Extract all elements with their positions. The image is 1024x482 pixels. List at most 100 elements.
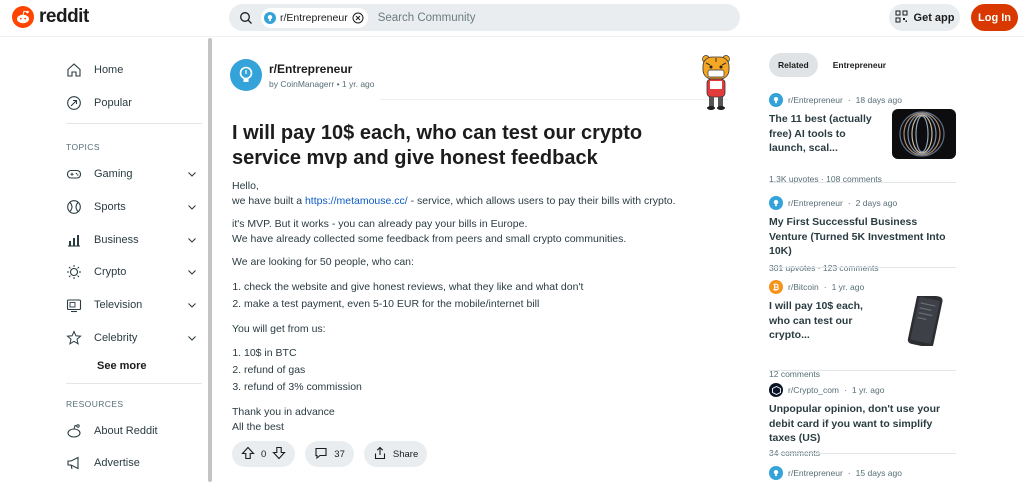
upvote-icon[interactable] — [241, 446, 255, 463]
see-more-link[interactable]: See more — [97, 360, 147, 372]
related-post[interactable]: r/Entrepreneur · 15 days ago — [769, 466, 956, 480]
post-actions: 0 37 Share — [232, 441, 428, 467]
task-list: check the website and give honest review… — [232, 279, 732, 313]
post-paragraph: it's MVP. But it works - you can already… — [232, 217, 732, 246]
sidebar-label: Business — [94, 234, 139, 246]
home-icon — [66, 62, 82, 78]
sidebar-item-business[interactable]: Business — [66, 230, 202, 250]
subreddit-name[interactable]: r/Entrepreneur — [269, 62, 352, 76]
chevron-down-icon[interactable] — [186, 266, 198, 278]
crypto-icon — [66, 264, 82, 280]
chevron-down-icon[interactable] — [186, 234, 198, 246]
top-bar: reddit r/Entrepreneur Get app Log In — [0, 0, 1024, 37]
divider — [769, 182, 956, 183]
related-title[interactable]: My First Successful Business Venture (Tu… — [769, 215, 956, 259]
sidebar-item-home[interactable]: Home — [66, 60, 123, 80]
related-meta: r/Crypto_com · 1 yr. ago — [769, 383, 956, 397]
get-text: You will get from us: — [232, 322, 326, 335]
external-link[interactable]: https://metamouse.cc/ — [305, 195, 408, 207]
sidebar-item-advertise[interactable]: Advertise — [66, 453, 140, 473]
divider — [769, 453, 956, 454]
related-meta: ₿ r/Bitcoin · 1 yr. ago — [769, 280, 956, 294]
megaphone-icon — [66, 455, 82, 471]
thanks-text: Thank you in advance — [232, 406, 335, 418]
sidebar-item-gaming[interactable]: Gaming — [66, 164, 202, 184]
related-time: 1 yr. ago — [851, 385, 885, 395]
chevron-down-icon[interactable] — [186, 201, 198, 213]
reddit-logo[interactable]: reddit — [12, 6, 89, 28]
get-app-label: Get app — [913, 11, 955, 24]
reddit-snoo-icon — [12, 6, 34, 28]
related-sub[interactable]: r/Bitcoin — [788, 282, 819, 292]
post-author[interactable]: by CoinManagerr — [269, 79, 334, 89]
related-title[interactable]: The 11 best (actually free) AI tools to … — [769, 112, 885, 156]
downvote-icon[interactable] — [272, 446, 287, 463]
related-post[interactable]: r/Crypto_com · 1 yr. ago Unpopular opini… — [769, 383, 956, 458]
divider — [769, 370, 956, 371]
vote-count: 0 — [261, 448, 267, 460]
chip-label: r/Entrepreneur — [280, 11, 348, 24]
topics-heading: TOPICS — [66, 142, 100, 152]
post-time: 1 yr. ago — [341, 79, 375, 89]
related-sub[interactable]: r/Entrepreneur — [788, 95, 843, 105]
mvp-text: it's MVP. But it works - you can already… — [232, 218, 528, 230]
sidebar-label: Television — [94, 299, 143, 311]
share-button[interactable]: Share — [363, 441, 428, 467]
subreddit-filter-chip[interactable]: r/Entrepreneur — [261, 7, 368, 28]
related-title[interactable]: Unpopular opinion, don't use your debit … — [769, 402, 956, 446]
sidebar-item-sports[interactable]: Sports — [66, 197, 202, 217]
bitcoin-icon: ₿ — [769, 280, 783, 294]
get-app-button[interactable]: Get app — [889, 4, 960, 31]
chevron-down-icon[interactable] — [186, 332, 198, 344]
sidebar-item-about-reddit[interactable]: About Reddit — [66, 421, 158, 441]
sidebar-item-crypto[interactable]: Crypto — [66, 262, 202, 282]
related-title[interactable]: I will pay 10$ each, who can test our cr… — [769, 299, 885, 343]
related-sub[interactable]: r/Crypto_com — [788, 385, 839, 395]
subreddit-avatar-icon[interactable] — [230, 59, 262, 91]
comments-button[interactable]: 37 — [305, 441, 354, 467]
reward-list: 10$ in BTC refund of gas refund of 3% co… — [232, 345, 732, 396]
related-tabs: Related Entrepreneur — [769, 53, 895, 77]
sidebar-label: Home — [94, 64, 124, 76]
feedback-text: We have already collected some feedback … — [232, 232, 627, 245]
list-item: make a test payment, even 5-10 EUR for t… — [244, 296, 732, 313]
post-paragraph: Hello, we have built a https://metamouse… — [232, 179, 732, 208]
crypto-com-icon — [769, 383, 783, 397]
login-button[interactable]: Log In — [971, 4, 1018, 31]
post-title[interactable]: I will pay 10$ each, who can test our cr… — [232, 121, 702, 171]
related-time: 15 days ago — [855, 468, 902, 478]
subreddit-avatar-icon — [769, 466, 783, 480]
related-post[interactable]: r/Entrepreneur · 2 days ago My First Suc… — [769, 196, 956, 273]
left-sidebar: Home Popular TOPICS Gaming Sports Busine… — [54, 36, 204, 482]
related-time: 18 days ago — [855, 95, 902, 105]
tab-related[interactable]: Related — [769, 53, 818, 77]
thumbnail-image[interactable] — [892, 296, 956, 346]
resources-heading: RESOURCES — [66, 399, 124, 409]
intro-text: we have built a — [232, 194, 305, 207]
tab-entrepreneur[interactable]: Entrepreneur — [824, 53, 895, 77]
post-byline: by CoinManagerr • 1 yr. ago — [269, 79, 375, 89]
divider — [66, 123, 202, 124]
clear-chip-icon[interactable] — [352, 12, 364, 24]
related-sub[interactable]: r/Entrepreneur — [788, 198, 843, 208]
gamepad-icon — [66, 166, 82, 182]
sidebar-item-celebrity[interactable]: Celebrity — [66, 328, 202, 348]
looking-text: We are looking for 50 people, who can: — [232, 256, 414, 268]
sidebar-scrollbar[interactable] — [208, 38, 212, 482]
related-post[interactable]: r/Entrepreneur · 18 days ago The 11 best… — [769, 93, 956, 184]
chevron-down-icon[interactable] — [186, 299, 198, 311]
sidebar-label: Gaming — [94, 168, 133, 180]
related-sub[interactable]: r/Entrepreneur — [788, 468, 843, 478]
chevron-down-icon[interactable] — [186, 168, 198, 180]
sidebar-label: Crypto — [94, 266, 127, 278]
vote-control: 0 — [232, 441, 296, 467]
search-bar[interactable]: r/Entrepreneur — [229, 4, 740, 31]
divider — [66, 383, 202, 384]
search-input[interactable] — [375, 10, 680, 25]
thumbnail-image[interactable] — [892, 109, 956, 159]
qr-code-icon — [895, 10, 908, 26]
sidebar-item-popular[interactable]: Popular — [66, 93, 132, 113]
sidebar-item-television[interactable]: Television — [66, 295, 202, 315]
related-post[interactable]: ₿ r/Bitcoin · 1 yr. ago I will pay 10$ e… — [769, 280, 956, 379]
sidebar-label: Popular — [94, 97, 132, 109]
